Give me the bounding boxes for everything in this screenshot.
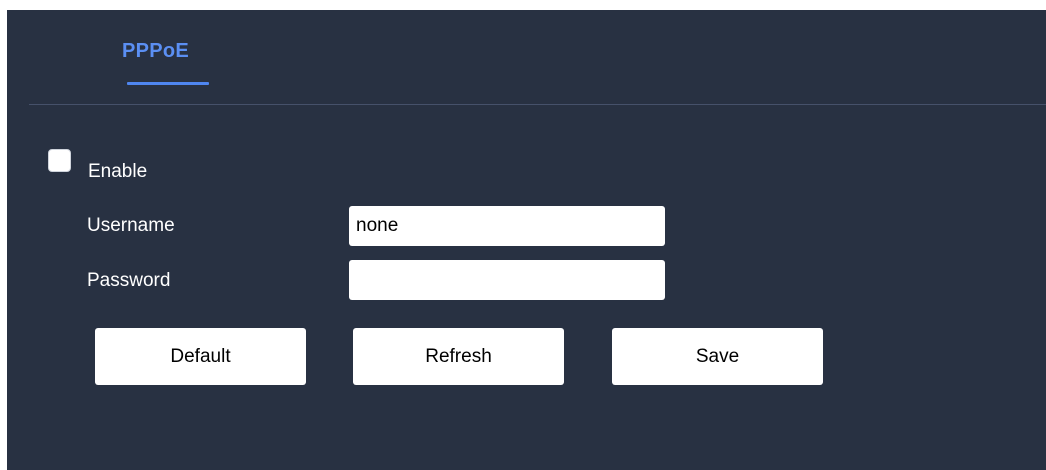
password-input[interactable] [349,260,665,300]
username-input[interactable] [349,206,665,246]
default-button[interactable]: Default [95,328,306,385]
enable-label: Enable [88,161,148,182]
username-label: Username [87,215,175,236]
save-button[interactable]: Save [612,328,823,385]
refresh-button[interactable]: Refresh [353,328,564,385]
password-label: Password [87,270,171,291]
enable-checkbox[interactable] [48,149,71,172]
tab-divider [29,104,1046,105]
pppoe-settings-panel: PPPoE Enable Username Password Default R… [7,10,1046,470]
active-tab-indicator [127,82,209,85]
tab-pppoe[interactable]: PPPoE [122,40,189,63]
